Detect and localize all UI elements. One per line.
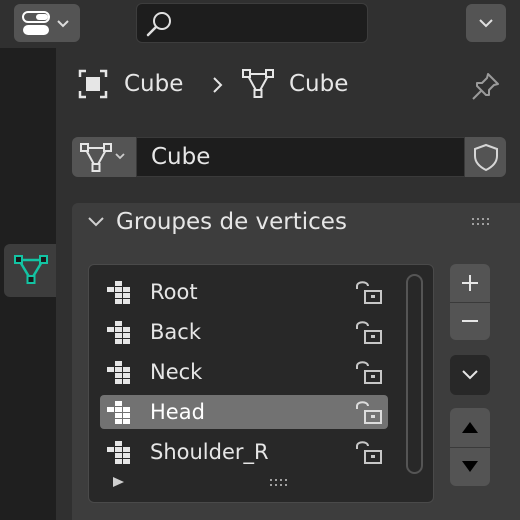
list-item[interactable]: Back	[100, 315, 388, 349]
mesh-browse-button[interactable]	[72, 137, 136, 177]
mesh-triangle-icon	[80, 143, 125, 172]
group-vertex-icon	[107, 281, 130, 304]
remove-vertex-group-button[interactable]	[450, 303, 490, 340]
breadcrumb-mesh-label: Cube	[289, 71, 349, 97]
mesh-name-field[interactable]: Cube	[136, 137, 465, 177]
mesh-triangle-icon	[242, 69, 274, 98]
group-vertex-icon	[107, 441, 130, 464]
list-resize-handle-icon[interactable]	[268, 478, 292, 488]
drag-handle-icon[interactable]	[470, 216, 494, 228]
list-item[interactable]: Root	[100, 275, 388, 309]
properties-editor-icon	[22, 11, 69, 35]
list-item-label: Shoulder_R	[150, 440, 269, 464]
chevron-down-icon[interactable]	[86, 212, 106, 232]
editor-type-button[interactable]	[14, 4, 80, 42]
object-square-icon	[78, 69, 108, 99]
unlock-icon[interactable]	[354, 439, 384, 467]
search-icon	[146, 12, 171, 37]
move-group	[450, 408, 490, 486]
plus-icon	[462, 275, 478, 291]
chevron-down-icon	[479, 19, 493, 28]
fake-user-button[interactable]	[465, 137, 506, 177]
group-vertex-icon	[107, 361, 130, 384]
filter-options-triangle-icon[interactable]	[112, 476, 126, 488]
chevron-right-icon	[213, 77, 223, 93]
chevron-down-icon	[462, 370, 478, 380]
list-item[interactable]: Shoulder_R	[100, 435, 388, 469]
list-item-label: Head	[150, 400, 205, 424]
move-up-button[interactable]	[450, 408, 490, 447]
breadcrumb-object-label: Cube	[124, 71, 184, 97]
group-vertex-icon	[107, 401, 130, 424]
unlock-icon[interactable]	[354, 359, 384, 387]
list-item-selected[interactable]: Head	[100, 395, 388, 429]
unlock-icon[interactable]	[354, 399, 384, 427]
vertex-group-specials-button[interactable]	[450, 355, 490, 395]
move-down-button[interactable]	[450, 448, 490, 486]
breadcrumb: Cube Cube	[76, 68, 456, 100]
add-remove-group	[450, 264, 490, 340]
minus-icon	[462, 320, 478, 322]
mesh-data-tab[interactable]	[4, 244, 60, 297]
list-item-label: Neck	[150, 360, 203, 384]
shield-icon	[474, 143, 498, 172]
search-input[interactable]	[136, 3, 368, 43]
group-vertex-icon	[107, 321, 130, 344]
list-item[interactable]: Neck	[100, 355, 388, 389]
unlock-icon[interactable]	[354, 319, 384, 347]
pin-icon	[472, 73, 499, 100]
list-item-label: Back	[150, 320, 201, 344]
pin-button[interactable]	[470, 70, 502, 102]
unlock-icon[interactable]	[354, 279, 384, 307]
list-scrollbar[interactable]	[406, 274, 423, 474]
header-menu-button[interactable]	[466, 4, 506, 42]
triangle-up-icon	[462, 422, 478, 433]
add-vertex-group-button[interactable]	[450, 264, 490, 302]
subpanel-title[interactable]: Groupes de vertices	[116, 208, 347, 236]
vertex-triangle-icon	[14, 255, 48, 284]
list-item-label: Root	[150, 280, 198, 304]
triangle-down-icon	[462, 461, 478, 472]
